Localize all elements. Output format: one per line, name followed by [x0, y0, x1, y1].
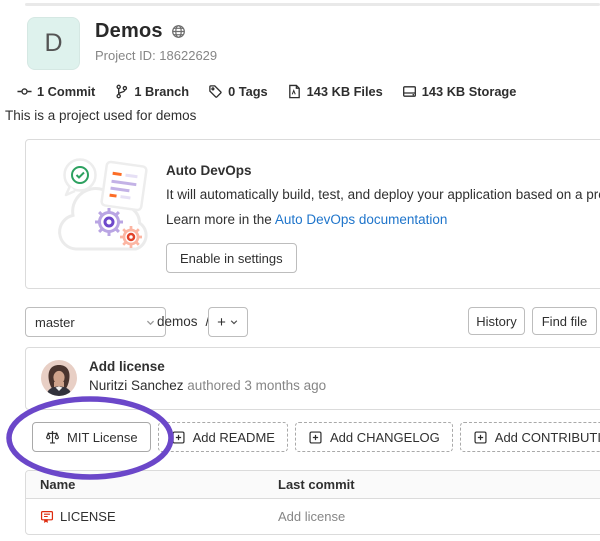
scale-icon [45, 430, 60, 445]
auto-devops-banner: Auto DevOps It will automatically build,… [25, 139, 600, 289]
breadcrumb-project[interactable]: demos [157, 314, 198, 329]
file-name-link[interactable]: LICENSE [60, 509, 116, 524]
commit-icon [17, 84, 32, 99]
breadcrumb: demos / [157, 307, 209, 335]
plus-square-icon [473, 430, 488, 445]
column-header-name: Name [26, 477, 278, 492]
enable-in-settings-button[interactable]: Enable in settings [166, 243, 297, 273]
file-last-commit-link[interactable]: Add license [278, 509, 345, 524]
branch-icon [114, 84, 129, 99]
license-file-icon [40, 510, 54, 524]
page-title: Demos [95, 20, 163, 43]
add-changelog-button[interactable]: Add CHANGELOG [295, 422, 453, 452]
auto-devops-doc-link[interactable]: Auto DevOps documentation [275, 212, 448, 227]
auto-devops-learn-more: Learn more in the Auto DevOps documentat… [166, 212, 447, 227]
auto-devops-body: It will automatically build, test, and d… [166, 187, 600, 202]
project-avatar-letter: D [44, 29, 62, 58]
plus-square-icon [308, 430, 323, 445]
commit-title[interactable]: Add license [89, 359, 165, 374]
branch-selector[interactable]: master [25, 307, 166, 337]
tag-icon [208, 84, 223, 99]
project-description: This is a project used for demos [5, 108, 196, 123]
mit-license-button[interactable]: MIT License [32, 422, 151, 452]
chevron-down-icon [145, 317, 156, 328]
table-row[interactable]: LICENSE Add license [26, 499, 600, 534]
commit-meta: Nuritzi Sanchez authored 3 months ago [89, 378, 326, 393]
chevron-down-icon [229, 317, 239, 327]
author-avatar [41, 360, 77, 396]
project-id: Project ID: 18622629 [95, 48, 217, 63]
find-file-button[interactable]: Find file [532, 307, 597, 335]
project-stats-bar: 1 Commit 1 Branch 0 Tags [17, 84, 516, 99]
file-suggestion-buttons: MIT License Add README Add CHANGELOG [32, 422, 600, 452]
project-page: D Demos Project ID: 18622629 1 Commit [0, 0, 600, 541]
table-header: Name Last commit [26, 471, 600, 499]
add-readme-button[interactable]: Add README [158, 422, 288, 452]
add-contributing-button[interactable]: Add CONTRIBUTING [460, 422, 600, 452]
project-avatar: D [27, 17, 80, 70]
add-file-dropdown-button[interactable]: + [208, 307, 248, 337]
commit-authored-ago: authored 3 months ago [184, 378, 327, 393]
storage-icon [402, 84, 417, 99]
file-tree-table: Name Last commit LICENSE Add license [25, 470, 600, 535]
commit-author[interactable]: Nuritzi Sanchez [89, 378, 184, 393]
file-icon [287, 84, 302, 99]
globe-icon [171, 24, 186, 39]
history-button[interactable]: History [468, 307, 525, 335]
auto-devops-title: Auto DevOps [166, 163, 252, 178]
stat-branches[interactable]: 1 Branch [114, 84, 189, 99]
column-header-last-commit: Last commit [278, 477, 600, 492]
devops-illustration-icon [52, 148, 158, 260]
last-commit-card: Add license Nuritzi Sanchez authored 3 m… [25, 347, 600, 410]
stat-files[interactable]: 143 KB Files [287, 84, 383, 99]
stat-tags[interactable]: 0 Tags [208, 84, 268, 99]
top-divider [25, 3, 600, 6]
plus-square-icon [171, 430, 186, 445]
stat-commits[interactable]: 1 Commit [17, 84, 95, 99]
branch-selector-value: master [35, 315, 75, 330]
stat-storage[interactable]: 143 KB Storage [402, 84, 517, 99]
